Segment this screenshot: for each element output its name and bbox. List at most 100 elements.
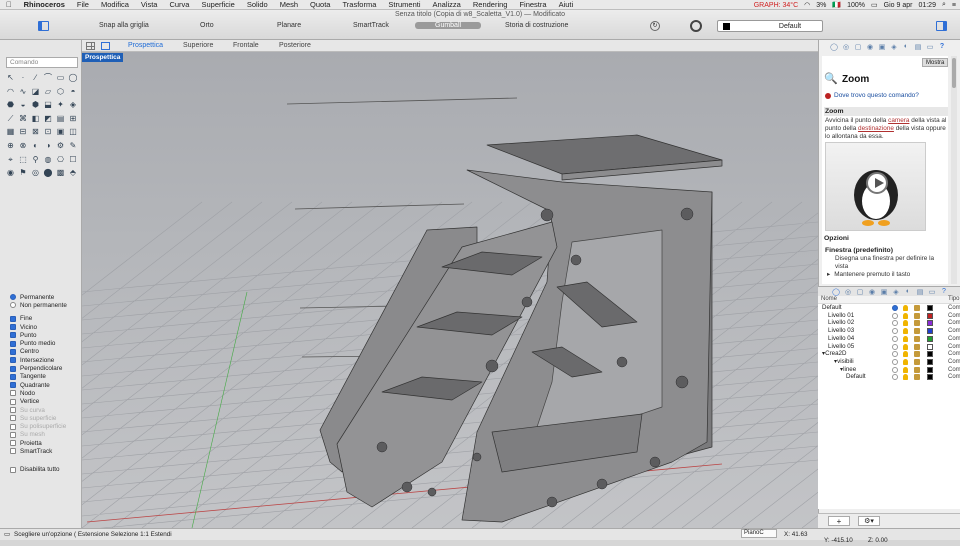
osnap-item[interactable]: Fine [10,315,80,323]
tool-icon[interactable]: ◩ [44,114,53,123]
visibility-bulb-icon[interactable] [903,305,908,311]
env-tab-icon[interactable]: ◐ [902,43,910,51]
tool-icon[interactable]: ⊞ [69,114,78,123]
tool-icon[interactable]: ▱ [44,87,53,96]
layer-color-swatch[interactable] [927,335,933,342]
layer-row[interactable]: Default Com [818,373,960,381]
tool-icon[interactable]: ◐ [31,141,40,150]
layer-color-swatch[interactable] [927,320,933,327]
osnap-item[interactable]: Punto medio [10,339,80,347]
osnap-mode-temporary[interactable]: Non permanente [10,301,80,309]
tool-icon[interactable]: ⬣ [6,100,15,109]
menu-item[interactable]: Finestra [513,0,552,9]
osnap-item[interactable]: Nodo [10,389,80,397]
snap-grid-button[interactable]: Snap alla griglia [99,22,149,29]
tool-icon[interactable]: ✦ [56,100,65,109]
menu-item[interactable]: Mesh [274,0,304,9]
menu-item[interactable]: Superficie [195,0,240,9]
layer-settings-icon[interactable]: ⚙▾ [858,516,880,526]
gumball-button[interactable]: Gumball [415,22,482,29]
tool-icon[interactable]: ◍ [44,155,53,164]
tab-posteriore[interactable]: Posteriore [279,42,311,49]
display-tab-icon[interactable]: ▢ [856,288,864,296]
monitor-tab-icon[interactable]: ▭ [926,43,934,51]
tool-icon[interactable]: ⊕ [6,141,15,150]
lock-icon[interactable] [914,343,920,350]
tool-icon[interactable]: ◎ [31,168,40,177]
cplane-dropdown[interactable]: PianoC [741,529,777,538]
current-layer-radio[interactable] [892,305,898,311]
flag-icon[interactable]: 🇮🇹 [832,1,841,9]
visibility-bulb-icon[interactable] [903,343,908,350]
monitor-tab-icon[interactable]: ▭ [928,288,936,296]
battery-percent[interactable]: 3% [816,2,826,9]
tool-icon[interactable]: ◈ [69,100,78,109]
tool-icon[interactable]: ⬘ [69,168,78,177]
camera-tab-icon[interactable]: ◈ [892,288,900,296]
sidebar-toggle-icon[interactable] [38,21,49,31]
lock-icon[interactable] [914,312,920,319]
tool-icon[interactable]: ◠ [6,87,15,96]
layer-color-swatch[interactable] [927,312,933,319]
tool-icon[interactable]: ∕ [31,73,40,82]
osnap-item[interactable]: Perpendicolare [10,364,80,372]
current-layer-radio[interactable] [892,358,898,365]
visibility-bulb-icon[interactable] [903,374,908,381]
battery-icon[interactable]: ▭ [871,1,878,9]
menu-item[interactable]: Modifica [95,0,135,9]
current-layer-radio[interactable] [892,328,898,335]
lock-icon[interactable] [914,374,920,381]
tool-icon[interactable]: ⊗ [19,141,28,150]
menu-item[interactable]: Trasforma [336,0,382,9]
osnap-item[interactable]: Su curva [10,406,80,414]
visibility-bulb-icon[interactable] [903,335,908,342]
menu-item[interactable]: File [71,0,95,9]
tool-icon[interactable]: ↖ [6,73,15,82]
osnap-mode-permanent[interactable]: Permanente [10,293,80,301]
tool-icon[interactable]: ∿ [19,87,28,96]
layer-color-swatch[interactable] [927,366,933,373]
target-link[interactable]: destinazione [858,125,894,132]
menu-item[interactable]: Curva [163,0,195,9]
osnap-item[interactable]: Su mesh [10,431,80,439]
current-layer-radio[interactable] [892,312,898,319]
tool-icon[interactable]: ⊟ [19,127,28,136]
lock-icon[interactable] [914,328,920,335]
tool-icon[interactable]: ◪ [31,87,40,96]
tool-icon[interactable]: ◯ [69,73,78,82]
single-layout-icon[interactable] [101,42,110,50]
visibility-bulb-icon[interactable] [903,366,908,373]
layer-color-swatch[interactable] [927,351,933,358]
menu-item[interactable]: Strumenti [382,0,426,9]
current-layer-radio[interactable] [892,343,898,350]
tool-icon[interactable]: ⬤ [44,168,53,177]
scroll-thumb[interactable] [952,58,956,88]
render-icon[interactable] [690,20,702,32]
help-tab-icon[interactable]: ? [940,288,948,296]
env-tab-icon[interactable]: ◐ [904,288,912,296]
menu-item[interactable]: Vista [135,0,164,9]
osnap-item[interactable]: SmartTrack [10,447,80,455]
date[interactable]: Gio 9 apr [884,2,913,9]
layer-color-swatch[interactable] [927,343,933,350]
display-tab-icon[interactable]: ▢ [854,43,862,51]
layers-tab-icon[interactable]: ◯ [832,288,840,296]
tool-icon[interactable]: ⚙ [56,141,65,150]
list-icon[interactable]: ≡ [952,2,956,9]
tool-icon[interactable]: ⬚ [19,155,28,164]
lock-icon[interactable] [914,320,920,327]
current-layer-radio[interactable] [892,335,898,342]
add-layer-button[interactable]: + [828,516,850,526]
osnap-item[interactable]: Intersezione [10,356,80,364]
tool-icon[interactable]: ☐ [69,155,78,164]
osnap-item[interactable]: Tangente [10,373,80,381]
layer-color-swatch[interactable] [927,358,933,365]
tool-icon[interactable]: ◉ [6,168,15,177]
tab-prospettica[interactable]: Prospettica [128,42,163,49]
current-layer-radio[interactable] [892,366,898,373]
current-layer-radio[interactable] [892,374,898,381]
col-name[interactable]: Nome [821,296,837,302]
camera-tab-icon[interactable]: ◈ [890,43,898,51]
osnap-item[interactable]: Vertice [10,398,80,406]
tab-superiore[interactable]: Superiore [183,42,213,49]
